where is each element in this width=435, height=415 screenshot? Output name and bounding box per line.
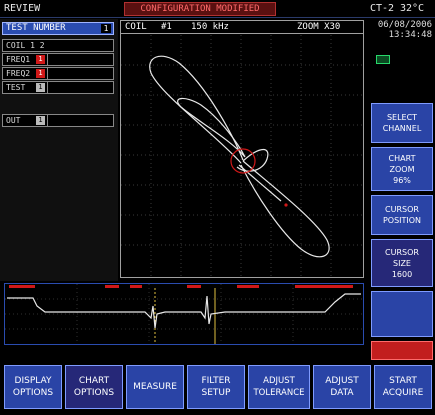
chart-options-line1: CHART — [78, 376, 110, 386]
top-status-bar: REVIEW CONFIGURATION MODIFIED CT-2 32°C — [0, 0, 435, 18]
chart-zoom-value: 96% — [393, 175, 411, 185]
chart-zoom-line2: ZOOM — [389, 164, 415, 174]
chart-zoom-line1: CHART — [388, 153, 416, 163]
status-indicator-icon — [376, 55, 390, 64]
coil-number: #1 — [161, 22, 172, 32]
scope-header: COIL #1 150 kHz ZOOM X30 — [121, 21, 363, 34]
cursor-position-button[interactable]: CURSOR POSITION — [371, 195, 433, 235]
instrument-label: CT-2 — [370, 3, 395, 14]
adjust-tolerance-button[interactable]: ADJUST TOLERANCE — [248, 365, 310, 409]
upper-lobe — [149, 55, 244, 164]
datetime-readout: 06/08/2006 13:34:48 — [372, 20, 432, 40]
row-divider — [47, 82, 48, 93]
filter-setup-line2: SETUP — [201, 388, 231, 398]
cursor-size-line2: SIZE — [393, 258, 411, 268]
row-divider — [47, 68, 48, 79]
test-number-header[interactable]: TEST NUMBER 1 — [2, 22, 114, 35]
adjust-data-button[interactable]: ADJUST DATA — [313, 365, 371, 409]
test-row[interactable]: TEST 1 — [2, 81, 114, 94]
strip-grid — [5, 284, 363, 344]
freq1-row[interactable]: FREQ1 1 — [2, 53, 114, 66]
start-acquire-line1: START — [389, 376, 417, 386]
coil-row: COIL 1 2 — [2, 39, 114, 52]
temperature-readout: 32°C — [400, 3, 425, 14]
strip-markers — [9, 285, 353, 288]
date-label: 06/08/2006 — [377, 20, 432, 30]
signal-trace — [149, 55, 330, 258]
row-divider — [47, 115, 48, 126]
zoom-label: ZOOM X30 — [297, 22, 341, 32]
impedance-plane-display[interactable]: COIL #1 150 kHz ZOOM X30 — [120, 20, 364, 278]
chart-zoom-button[interactable]: CHART ZOOM 96% — [371, 147, 433, 191]
time-label: 13:34:48 — [388, 30, 432, 40]
strip-chart-plot[interactable] — [5, 284, 363, 344]
out-indicator: 1 — [36, 116, 45, 125]
strip-chart[interactable] — [4, 283, 364, 345]
test-number-label: TEST NUMBER — [6, 23, 66, 33]
measure-button[interactable]: MEASURE — [126, 365, 184, 409]
freq2-indicator: 1 — [36, 69, 45, 78]
start-acquire-button[interactable]: START ACQUIRE — [374, 365, 432, 409]
test-label: TEST — [6, 83, 26, 92]
chart-options-button[interactable]: CHART OPTIONS — [65, 365, 123, 409]
tail-segment — [238, 164, 282, 202]
measure-label: MEASURE — [133, 382, 177, 392]
select-channel-line2: CHANNEL — [382, 124, 422, 133]
select-channel-button[interactable]: SELECT CHANNEL — [371, 103, 433, 143]
coil-label: COIL — [125, 22, 147, 32]
strip-trace — [7, 293, 361, 329]
adjust-data-line1: ADJUST — [325, 376, 359, 386]
marker-dot — [284, 203, 288, 207]
adjust-data-line2: DATA — [330, 388, 354, 398]
coil-row-label: COIL 1 2 — [6, 41, 45, 50]
display-options-line2: OPTIONS — [12, 388, 54, 398]
freq2-label: FREQ2 — [6, 69, 31, 78]
frequency-label: 150 kHz — [191, 22, 229, 32]
select-channel-line1: SELECT — [386, 113, 418, 122]
test-indicator: 1 — [36, 83, 45, 92]
freq2-row[interactable]: FREQ2 1 — [2, 67, 114, 80]
blank-side-button[interactable] — [371, 291, 433, 337]
start-acquire-line2: ACQUIRE — [382, 388, 424, 398]
freq1-label: FREQ1 — [6, 55, 31, 64]
cursor-position-line2: POSITION — [382, 216, 422, 225]
display-options-button[interactable]: DISPLAY OPTIONS — [4, 365, 62, 409]
alarm-indicator — [371, 341, 433, 360]
chart-options-line2: OPTIONS — [73, 388, 115, 398]
lissajous-plot[interactable] — [121, 35, 363, 277]
test-number-value: 1 — [101, 24, 111, 33]
display-options-line1: DISPLAY — [14, 376, 52, 386]
lower-lobe — [240, 160, 330, 258]
freq1-indicator: 1 — [36, 55, 45, 64]
filter-setup-line1: FILTER — [201, 376, 231, 386]
out-label: OUT — [6, 116, 21, 125]
cursor-position-line1: CURSOR — [385, 205, 419, 214]
row-divider — [47, 54, 48, 65]
config-modified-warning: CONFIGURATION MODIFIED — [124, 2, 276, 16]
cursor-size-line1: CURSOR — [385, 247, 419, 257]
mode-label: REVIEW — [4, 3, 41, 14]
adjust-tolerance-line2: TOLERANCE — [253, 388, 305, 398]
adjust-tolerance-line1: ADJUST — [263, 376, 295, 386]
cursor-size-value: 1600 — [391, 269, 413, 279]
out-row[interactable]: OUT 1 — [2, 114, 114, 127]
filter-setup-button[interactable]: FILTER SETUP — [187, 365, 245, 409]
cursor-size-button[interactable]: CURSOR SIZE 1600 — [371, 239, 433, 287]
